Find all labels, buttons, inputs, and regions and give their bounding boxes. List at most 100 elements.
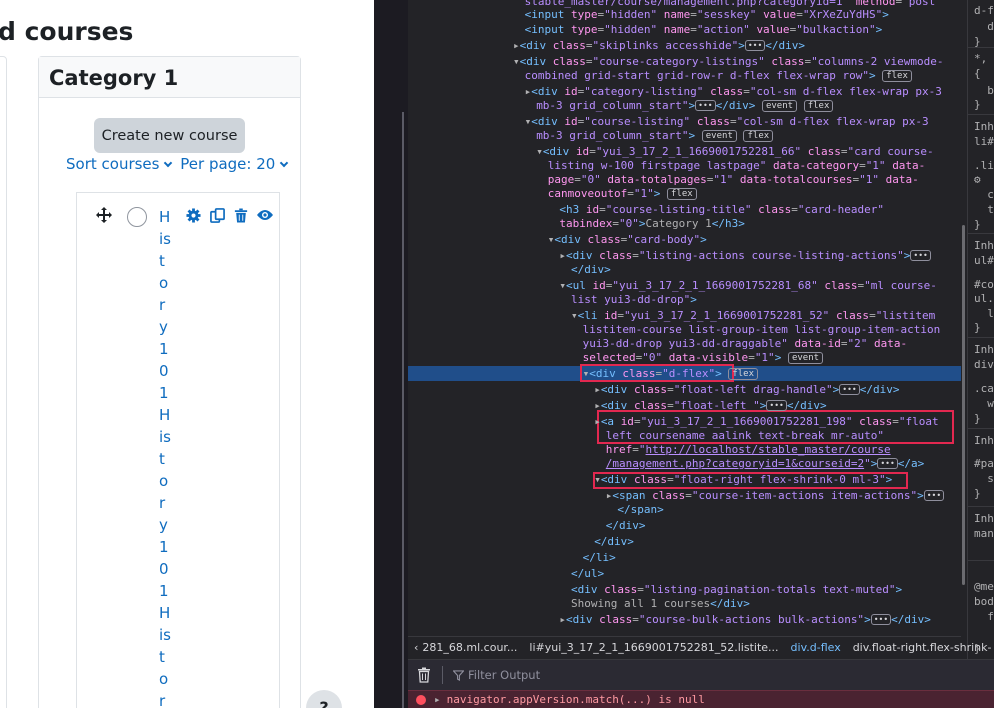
markup-line[interactable]: ▸<div class="float-left "> ••• </div>: [594, 399, 826, 413]
breadcrumb-item[interactable]: li#yui_3_17_2_1_1669001752281_52.listite…: [529, 641, 778, 654]
markup-line[interactable]: ▾<div class="card-body">: [548, 233, 707, 247]
rules-separator: [968, 337, 994, 338]
eye-icon[interactable]: [257, 207, 273, 223]
per-page-dropdown[interactable]: Per page: 20: [180, 155, 291, 173]
markup-line[interactable]: yui3-dd-drop yui3-dd-draggable" data-id=…: [583, 337, 908, 351]
markup-line[interactable]: ▾<div class="float-right flex-shrink-0 m…: [594, 473, 892, 487]
markup-line[interactable]: </div>: [571, 263, 611, 277]
breadcrumb-item[interactable]: 281_68.ml.cour...: [422, 641, 517, 654]
markup-line[interactable]: </ul>: [571, 567, 604, 581]
markup-line[interactable]: </span>: [617, 503, 663, 517]
trash-icon[interactable]: [233, 207, 249, 223]
move-icon[interactable]: [96, 207, 112, 223]
trash-icon[interactable]: [416, 667, 432, 683]
css-rule-fragment: b: [974, 84, 994, 97]
css-rule-fragment: Inher: [974, 343, 994, 356]
css-rule-fragment: }: [974, 98, 981, 111]
breadcrumb-item[interactable]: div.float-right.flex-shrink-: [853, 641, 992, 654]
markup-line[interactable]: ▾<div id="yui_3_17_2_1_1669001752281_66"…: [536, 145, 933, 159]
filter-icon: [453, 669, 464, 681]
course-name-char: 1: [159, 384, 169, 402]
course-name-char: r: [159, 296, 166, 314]
markup-line[interactable]: page="0" data-totalpages="1" data-totalc…: [548, 173, 919, 187]
markup-line[interactable]: ▸<div class="skiplinks accesshide"> ••• </…: [513, 39, 805, 53]
console-toolbar: Filter Output: [408, 659, 994, 690]
css-rule-fragment: @med: [974, 580, 994, 593]
markup-line[interactable]: </div>: [594, 535, 634, 549]
help-button[interactable]: ?: [306, 690, 342, 708]
course-name-char: 1: [159, 538, 169, 556]
markup-line[interactable]: ▾<li id="yui_3_17_2_1_1669001752281_52" …: [571, 309, 935, 323]
markup-line[interactable]: ▸<div id="category-listing" class="col-s…: [525, 85, 942, 99]
css-rule-fragment: *, :: [974, 52, 994, 65]
course-select-checkbox[interactable]: [127, 207, 147, 227]
css-rule-fragment: #pag: [974, 457, 994, 470]
css-rule-fragment: }: [974, 35, 981, 48]
markup-line[interactable]: <h3 id="course-listing-title" class="car…: [559, 203, 884, 217]
devtools-splitter[interactable]: [374, 0, 408, 708]
course-name-char: t: [159, 252, 165, 270]
course-name-char: y: [159, 318, 168, 336]
category-title: Category 1: [39, 57, 300, 98]
markup-line[interactable]: combined grid-start grid-row-r d-flex fl…: [525, 69, 912, 83]
rules-separator: [968, 233, 994, 234]
css-rule-fragment: t: [974, 203, 994, 216]
sort-courses-dropdown[interactable]: Sort courses: [66, 155, 175, 173]
page-title: d courses: [0, 17, 134, 46]
css-rule-fragment: li#yu: [974, 135, 994, 148]
markup-line[interactable]: <input type="hidden" name="action" value…: [525, 23, 883, 37]
css-rule-fragment: w: [974, 397, 994, 410]
markup-line[interactable]: ▾<div class="d-flex"> flex: [583, 367, 759, 381]
markup-line[interactable]: listitem-course list-group-item list-gro…: [583, 323, 941, 337]
create-course-button[interactable]: Create new course: [94, 118, 245, 153]
markup-line[interactable]: ▸<div class="float-left drag-handle"> •••…: [594, 383, 899, 397]
markup-line[interactable]: Showing all 1 courses</div>: [571, 597, 750, 611]
markup-line[interactable]: <div class="listing-pagination-totals te…: [571, 583, 902, 597]
markup-line[interactable]: left coursename aalink text-break mr-aut…: [606, 429, 884, 443]
console-error-message: ▸ navigator.appVersion.match(...) is nul…: [408, 690, 994, 708]
markup-line[interactable]: ▸<a id="yui_3_17_2_1_1669001752281_198" …: [594, 415, 938, 429]
markup-line[interactable]: ▸<span class="course-item-actions item-a…: [606, 489, 945, 503]
course-name-char: 1: [159, 582, 169, 600]
course-name-char: 0: [159, 560, 169, 578]
markup-line[interactable]: <input type="hidden" name="sesskey" valu…: [525, 8, 889, 22]
markup-line[interactable]: </li>: [583, 551, 616, 565]
filter-output-input[interactable]: Filter Output: [453, 668, 540, 682]
markup-scrollbar-thumb[interactable]: [962, 225, 965, 585]
css-rule-fragment: Inher: [974, 434, 994, 447]
rules-pane: d-f d} *, : { b} Inher li#yu .lis⚙ c t} Inher u…: [967, 0, 994, 659]
course-name-char: r: [159, 692, 166, 708]
expand-arrow-icon[interactable]: ▸: [434, 693, 441, 706]
markup-line[interactable]: canmoveoutof="1"> flex: [548, 187, 697, 201]
page-scrollbar[interactable]: [402, 112, 404, 708]
markup-line[interactable]: /management.php?categoryid=1&courseid=2"…: [606, 457, 924, 471]
markup-line[interactable]: ▾<div class="course-category-listings" c…: [513, 55, 944, 69]
markup-line[interactable]: selected="0" data-visible="1"> event: [583, 351, 824, 365]
listing-options: Sort courses Per page: 20: [66, 155, 291, 173]
markup-line[interactable]: mb-3 grid_column_start"> ••• </div> event …: [536, 99, 834, 113]
css-rule-fragment: body: [974, 595, 994, 608]
markup-line[interactable]: ▸<div class="listing-actions course-list…: [559, 249, 931, 263]
gear-icon[interactable]: [185, 207, 201, 223]
course-name-char: H: [159, 604, 171, 622]
css-rule-fragment: Inher: [974, 120, 994, 133]
markup-line[interactable]: ▾<div id="course-listing" class="col-sm …: [525, 115, 929, 129]
copy-icon[interactable]: [209, 207, 225, 223]
css-rule-fragment: }: [974, 218, 981, 231]
css-rule-fragment: }: [974, 412, 981, 425]
markup-line[interactable]: ▾<ul id="yui_3_17_2_1_1669001752281_68" …: [559, 279, 937, 293]
markup-line[interactable]: listing w-100 firstpage lastpage" data-c…: [548, 159, 926, 173]
markup-line[interactable]: mb-3 grid_column_start"> event flex: [536, 129, 774, 143]
breadcrumb-scroll-left[interactable]: ‹: [414, 641, 418, 654]
css-rule-fragment: s: [974, 472, 994, 485]
markup-line[interactable]: tabindex="0">Category 1</h3>: [559, 217, 744, 231]
course-name-link[interactable]: His t o r y 1 0 1 His t o r y 1 0 1 His t o r: [159, 206, 173, 708]
markup-line[interactable]: </div>: [606, 519, 646, 533]
breadcrumb-item-current[interactable]: div.d-flex: [791, 641, 841, 654]
markup-line[interactable]: href="http://localhost/stable_master/cou…: [606, 443, 891, 457]
course-name-char: H: [159, 406, 171, 424]
css-rule-fragment: .lis: [974, 159, 994, 172]
course-name-char: is: [159, 428, 171, 446]
markup-line[interactable]: ▸<div class="course-bulk-actions bulk-ac…: [559, 613, 931, 627]
markup-line[interactable]: list yui3-dd-drop">: [571, 293, 697, 307]
